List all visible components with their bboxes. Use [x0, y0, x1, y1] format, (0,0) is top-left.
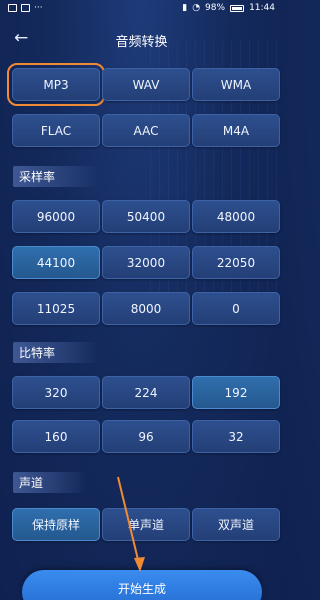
format-flac-button[interactable]: FLAC — [12, 114, 100, 147]
signal-icon: ▮ — [182, 3, 188, 13]
page-title: 音频转换 — [115, 35, 168, 50]
dots-icon: ··· — [34, 3, 43, 13]
bit-rate-224-button[interactable]: 224 — [102, 376, 190, 409]
format-aac-button[interactable]: AAC — [102, 114, 190, 147]
status-icons-left: ··· — [8, 3, 43, 13]
format-m4a-button[interactable]: M4A — [192, 114, 280, 147]
section-label-channel: 声道 — [13, 472, 88, 493]
notification-icon — [8, 4, 17, 12]
channel-stereo-button[interactable]: 双声道 — [192, 508, 280, 541]
header: ← 音频转换 — [0, 24, 283, 54]
sample-rate-44100-button[interactable]: 44100 — [12, 246, 100, 279]
format-wav-button[interactable]: WAV — [102, 68, 190, 101]
sample-rate-50400-button[interactable]: 50400 — [102, 200, 190, 233]
bit-rate-192-button[interactable]: 192 — [192, 376, 280, 409]
channel-keep-original-button[interactable]: 保持原样 — [12, 508, 100, 541]
sample-rate-11025-button[interactable]: 11025 — [12, 292, 100, 325]
sample-rate-32000-button[interactable]: 32000 — [102, 246, 190, 279]
sample-rate-22050-button[interactable]: 22050 — [192, 246, 280, 279]
bit-rate-320-button[interactable]: 320 — [12, 376, 100, 409]
section-label-sample-rate: 采样率 — [13, 166, 100, 187]
battery-percent: 98% — [205, 3, 226, 13]
status-icons-right: ▮ ◔ 98% 11:44 — [182, 3, 275, 13]
sample-rate-8000-button[interactable]: 8000 — [102, 292, 190, 325]
bit-rate-96-button[interactable]: 96 — [102, 420, 190, 453]
sample-rate-48000-button[interactable]: 48000 — [192, 200, 280, 233]
start-generate-button[interactable]: 开始生成 — [22, 570, 262, 600]
wifi-icon: ◔ — [192, 3, 201, 13]
bit-rate-32-button[interactable]: 32 — [192, 420, 280, 453]
sample-rate-96000-button[interactable]: 96000 — [12, 200, 100, 233]
format-wma-button[interactable]: WMA — [192, 68, 280, 101]
channel-mono-button[interactable]: 单声道 — [102, 508, 190, 541]
section-label-bit-rate: 比特率 — [13, 342, 100, 363]
status-bar: ··· ▮ ◔ 98% 11:44 — [0, 0, 283, 16]
sample-rate-0-button[interactable]: 0 — [192, 292, 280, 325]
bit-rate-160-button[interactable]: 160 — [12, 420, 100, 453]
clock: 11:44 — [249, 3, 275, 13]
notification-icon — [21, 4, 30, 12]
battery-icon — [230, 4, 245, 12]
format-mp3-button[interactable]: MP3 — [7, 63, 105, 106]
